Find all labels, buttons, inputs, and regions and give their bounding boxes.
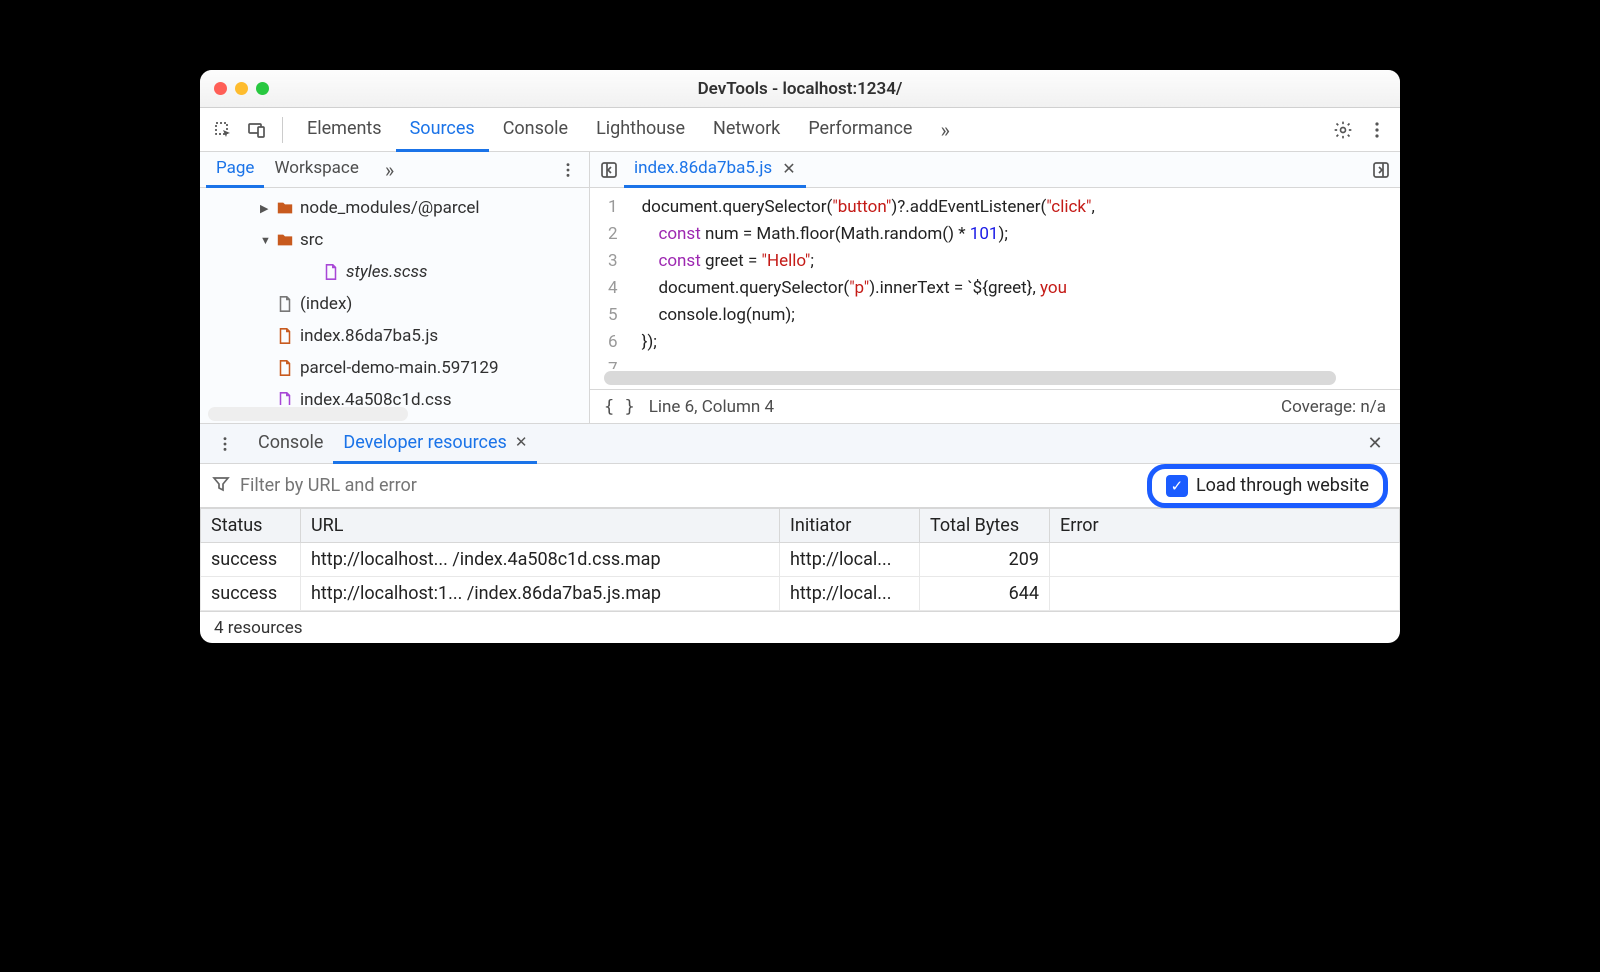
gutter: 1234567 <box>590 188 632 369</box>
drawer-footer: 4 resources <box>200 611 1400 643</box>
col-url[interactable]: URL <box>301 509 780 543</box>
drawer-close-icon[interactable]: ✕ <box>1360 429 1390 459</box>
kebab-menu-icon[interactable] <box>1362 115 1392 145</box>
device-toggle-icon[interactable] <box>242 115 272 145</box>
sources-body: PageWorkspace » ▶node_modules/@parcel▼sr… <box>200 152 1400 424</box>
col-status[interactable]: Status <box>201 509 301 543</box>
col-total-bytes[interactable]: Total Bytes <box>920 509 1050 543</box>
drawer-menu-icon[interactable] <box>210 429 240 459</box>
table-row[interactable]: successhttp://localhost:1... /index.86da… <box>201 577 1400 611</box>
sidebar: PageWorkspace » ▶node_modules/@parcel▼sr… <box>200 152 590 423</box>
code-lines: document.querySelector("button")?.addEve… <box>632 188 1095 369</box>
tree-node[interactable]: index.4a508c1d.css <box>200 384 589 405</box>
tree-node[interactable]: index.86da7ba5.js <box>200 320 589 352</box>
drawer-tabs: ConsoleDeveloper resources✕ ✕ <box>200 424 1400 464</box>
side-tab-page[interactable]: Page <box>206 152 264 188</box>
tab-performance[interactable]: Performance <box>794 108 926 152</box>
code-area[interactable]: 1234567 document.querySelector("button")… <box>590 188 1400 369</box>
close-icon[interactable]: ✕ <box>515 433 528 451</box>
inspect-icon[interactable] <box>208 115 238 145</box>
load-through-website-label: Load through website <box>1196 475 1369 496</box>
tree-scrollbar[interactable] <box>208 407 408 421</box>
tree-node[interactable]: styles.scss <box>200 256 589 288</box>
tab-elements[interactable]: Elements <box>293 108 396 152</box>
tab-lighthouse[interactable]: Lighthouse <box>582 108 699 152</box>
cursor-position: Line 6, Column 4 <box>649 397 774 417</box>
editor: index.86da7ba5.js ✕ 1234567 document.que… <box>590 152 1400 423</box>
resources-table: StatusURLInitiatorTotal BytesError succe… <box>200 508 1400 611</box>
maximize-window[interactable] <box>256 82 269 95</box>
traffic-lights <box>214 82 269 95</box>
drawer-tab-console[interactable]: Console <box>248 424 333 464</box>
col-initiator[interactable]: Initiator <box>780 509 920 543</box>
tab-console[interactable]: Console <box>489 108 582 152</box>
window-title: DevTools - localhost:1234/ <box>200 79 1400 99</box>
nav-toggle-right-icon[interactable] <box>1366 155 1396 185</box>
file-tree[interactable]: ▶node_modules/@parcel▼srcstyles.scss(ind… <box>200 188 589 405</box>
table-row[interactable]: successhttp://localhost... /index.4a508c… <box>201 543 1400 577</box>
editor-statusbar: { } Line 6, Column 4 Coverage: n/a <box>590 389 1400 423</box>
tab-network[interactable]: Network <box>699 108 794 152</box>
filter-icon <box>212 475 230 497</box>
drawer-tab-developer-resources[interactable]: Developer resources✕ <box>333 424 537 464</box>
editor-tab-label: index.86da7ba5.js <box>634 158 772 178</box>
filter-bar: ✓ Load through website <box>200 464 1400 508</box>
tree-node[interactable]: ▶node_modules/@parcel <box>200 192 589 224</box>
resource-count: 4 resources <box>214 618 303 638</box>
tree-node[interactable]: parcel-demo-main.597129 <box>200 352 589 384</box>
editor-tab[interactable]: index.86da7ba5.js ✕ <box>624 152 806 188</box>
close-window[interactable] <box>214 82 227 95</box>
load-through-website-option[interactable]: ✓ Load through website <box>1147 464 1388 508</box>
side-tabs: PageWorkspace » <box>200 152 589 188</box>
side-menu-icon[interactable] <box>553 155 583 185</box>
close-icon[interactable]: ✕ <box>782 159 795 178</box>
titlebar: DevTools - localhost:1234/ <box>200 70 1400 108</box>
format-icon[interactable]: { } <box>604 397 635 417</box>
nav-toggle-icon[interactable] <box>594 155 624 185</box>
coverage-label: Coverage: n/a <box>1281 397 1386 417</box>
tree-node[interactable]: ▼src <box>200 224 589 256</box>
devtools-window: DevTools - localhost:1234/ ElementsSourc… <box>200 70 1400 643</box>
editor-scrollbar[interactable] <box>604 371 1336 385</box>
more-tabs-icon[interactable]: » <box>930 118 959 142</box>
filter-input[interactable] <box>240 471 1137 501</box>
side-more-icon[interactable]: » <box>375 158 404 182</box>
tree-node[interactable]: (index) <box>200 288 589 320</box>
drawer: ConsoleDeveloper resources✕ ✕ ✓ Load thr… <box>200 424 1400 643</box>
editor-tabbar: index.86da7ba5.js ✕ <box>590 152 1400 188</box>
checkbox-checked-icon[interactable]: ✓ <box>1166 475 1188 497</box>
table-header-row: StatusURLInitiatorTotal BytesError <box>201 509 1400 543</box>
minimize-window[interactable] <box>235 82 248 95</box>
side-tab-workspace[interactable]: Workspace <box>264 152 368 188</box>
tab-sources[interactable]: Sources <box>396 108 489 152</box>
col-error[interactable]: Error <box>1050 509 1400 543</box>
main-tabs: ElementsSourcesConsoleLighthouseNetworkP… <box>200 108 1400 152</box>
settings-icon[interactable] <box>1328 115 1358 145</box>
